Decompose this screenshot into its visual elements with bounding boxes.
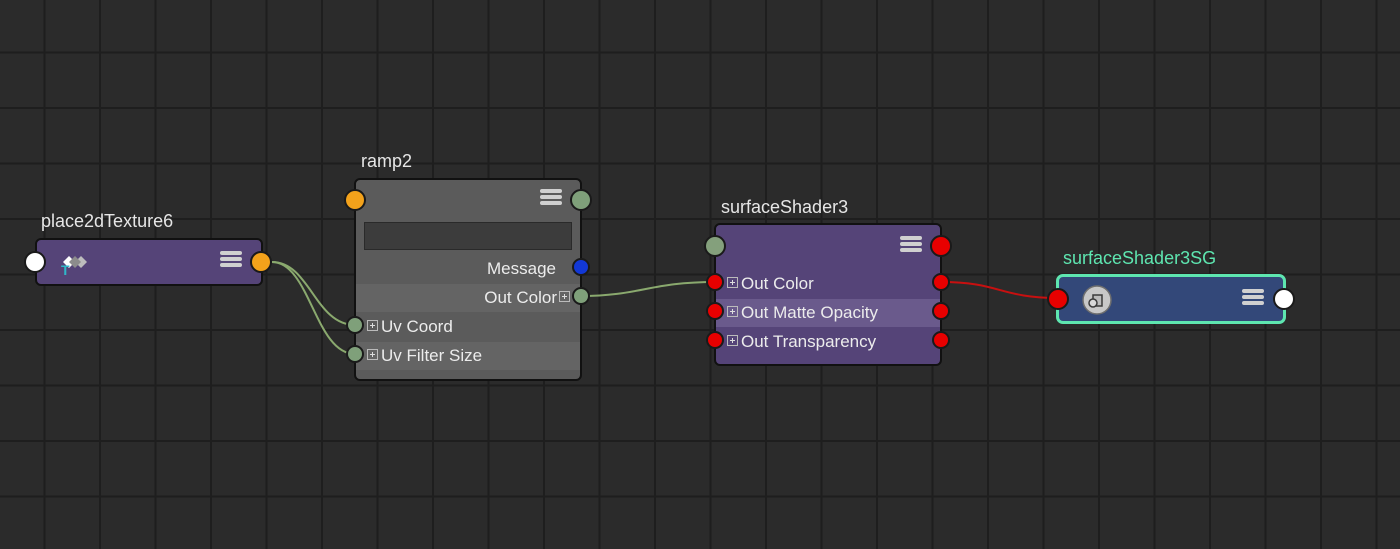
out-matte-opacity-in-port[interactable] [706,302,724,320]
place2d-input-port[interactable] [24,251,46,273]
wire-place2d-to-uvfiltersize[interactable] [271,261,356,355]
menu-icon[interactable] [540,189,562,206]
ramp-input-port[interactable] [344,189,366,211]
sg-node-title: surfaceShader3SG [1063,248,1217,268]
expand-icon[interactable] [559,291,570,302]
expand-icon[interactable] [727,306,738,317]
wire-place2d-to-uvcoord[interactable] [271,261,356,326]
place2d-texture-node[interactable]: T [35,238,263,286]
out-matte-opacity-label: Out Matte Opacity [727,303,878,323]
out-transparency-in-port[interactable] [706,331,724,349]
place2d-texture-icon: T [61,256,87,276]
svg-text:T: T [61,262,70,276]
uv-filter-size-port[interactable] [346,345,364,363]
ramp-node[interactable]: Message Out Color Uv Coord Uv Filter Siz… [354,178,582,381]
out-transparency-label: Out Transparency [727,332,876,352]
ramp-output-port[interactable] [570,189,592,211]
expand-icon[interactable] [727,277,738,288]
expand-icon[interactable] [367,320,378,331]
shader-output-port[interactable] [930,235,952,257]
expand-icon[interactable] [727,335,738,346]
wire-ramp-to-shader[interactable] [580,281,716,297]
out-transparency-out-port[interactable] [932,331,950,349]
uv-filter-size-label: Uv Filter Size [367,346,482,366]
shader-input-port[interactable] [704,235,726,257]
shading-group-node[interactable] [1056,274,1286,324]
shading-group-icon [1082,285,1112,315]
message-label: Message [487,259,556,278]
sg-input-port[interactable] [1047,288,1069,310]
expand-icon[interactable] [367,349,378,360]
place2d-node-title: place2dTexture6 [41,211,174,231]
menu-icon[interactable] [900,236,922,253]
out-color-label: Out Color [484,288,570,308]
menu-icon[interactable] [1242,289,1264,306]
shader-node-title: surfaceShader3 [721,197,849,217]
uv-coord-port[interactable] [346,316,364,334]
out-color-port[interactable] [572,287,590,305]
ramp-node-title: ramp2 [361,151,413,171]
shader-out-color-out-port[interactable] [932,273,950,291]
wire-shader-to-sg[interactable] [940,281,1059,299]
surface-shader-node[interactable]: Out Color Out Matte Opacity Out Transpar… [714,223,942,366]
shader-out-color-in-port[interactable] [706,273,724,291]
menu-icon[interactable] [220,251,242,268]
sg-output-port[interactable] [1273,288,1295,310]
ramp-swatch [364,222,572,250]
out-matte-opacity-out-port[interactable] [932,302,950,320]
uv-coord-label: Uv Coord [367,317,453,337]
place2d-output-port[interactable] [250,251,272,273]
shader-out-color-label: Out Color [727,274,814,294]
message-port[interactable] [572,258,590,276]
